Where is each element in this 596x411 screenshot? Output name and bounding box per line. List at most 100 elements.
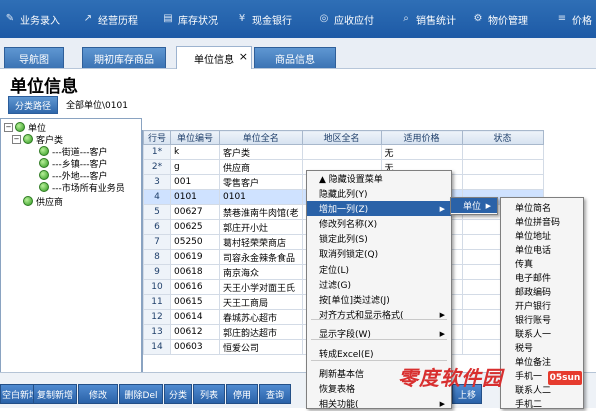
cell-name[interactable]: 司容永金辣条食品	[219, 249, 303, 265]
cell-name[interactable]: 供应商	[219, 159, 303, 175]
cell-code[interactable]: 00614	[170, 309, 220, 325]
tree-node-supplier[interactable]: 供应商	[23, 195, 63, 208]
cell-rn[interactable]: 4	[143, 189, 171, 205]
cell-name[interactable]: 0101	[219, 189, 303, 205]
category-path-button[interactable]: 分类路径	[8, 96, 58, 114]
cell-name[interactable]: 郭庄开小灶	[219, 219, 303, 235]
context-menu-item[interactable]: 过滤(G)	[307, 277, 451, 292]
submenu-field-item[interactable]: 联系人一	[501, 326, 583, 340]
cell-code[interactable]: 00618	[170, 264, 220, 280]
cell-name[interactable]: 郭庄韵达超市	[219, 324, 303, 340]
col-header-status[interactable]: 状态	[461, 130, 544, 145]
cell-code[interactable]: 05250	[170, 234, 220, 250]
cell-rn[interactable]: 10	[143, 279, 171, 295]
cell-name[interactable]: 恒爱公司	[219, 339, 303, 355]
submenu-field-item[interactable]: 单位备注	[501, 354, 583, 368]
copy-add-button[interactable]: 复制新增	[33, 384, 77, 404]
cell-name[interactable]: 零售客户	[219, 174, 303, 190]
submenu-field-item[interactable]: 单位地址	[501, 228, 583, 242]
tree-node-unit[interactable]: − 单位	[4, 121, 46, 134]
context-menu-item[interactable]: 按[单位]类过滤(J)	[307, 292, 451, 307]
cell-code[interactable]: 0101	[170, 189, 220, 205]
category-button[interactable]: 分类	[164, 384, 192, 404]
cell-code[interactable]: g	[170, 159, 220, 175]
context-menu-item[interactable]: 增加一列(Z) ▶	[307, 201, 451, 216]
col-header-price[interactable]: 适用价格	[380, 130, 463, 145]
context-menu-item[interactable]: 取消列锁定(Q)	[307, 246, 451, 261]
col-header-region[interactable]: 地区全名	[301, 130, 382, 145]
cell-status[interactable]	[461, 144, 544, 160]
submenu-item-unit[interactable]: 单位 ▶	[451, 198, 497, 213]
cell-rn[interactable]: 6	[143, 219, 171, 235]
col-header-code[interactable]: 单位编号	[170, 130, 220, 145]
cell-name[interactable]: 春城苏心超市	[219, 309, 303, 325]
submenu-field-item[interactable]: 单位电话	[501, 242, 583, 256]
cell-rn[interactable]: 8	[143, 249, 171, 265]
cell-name[interactable]: 天王小学对面王氏	[219, 279, 303, 295]
nav-item-cash-bank[interactable]: ¥ 现金银行	[236, 0, 292, 38]
nav-item-price-mgmt[interactable]: ⚙ 物价管理	[472, 0, 528, 38]
nav-item-history[interactable]: ↗ 经营历程	[82, 0, 138, 38]
submenu-field-item[interactable]: 税号	[501, 340, 583, 354]
context-menu-item[interactable]: 锁定此列(S)	[307, 231, 451, 246]
query-button[interactable]: 查询	[259, 384, 291, 404]
cell-code[interactable]: 001	[170, 174, 220, 190]
tree-node-customer[interactable]: − 客户类	[12, 133, 63, 146]
cell-name[interactable]: 禁巷淮南牛肉馆(老	[219, 204, 303, 220]
nav-item-inventory[interactable]: ▤ 库存状况	[162, 0, 218, 38]
collapse-icon[interactable]: −	[12, 134, 21, 144]
cell-code[interactable]: k	[170, 144, 220, 160]
context-menu-item[interactable]: 定位(L)	[307, 262, 451, 277]
submenu-field-item[interactable]: 邮政编码	[501, 284, 583, 298]
tab-navigation-map[interactable]: 导航图	[4, 47, 64, 68]
cell-status[interactable]	[461, 159, 544, 175]
col-header-full-name[interactable]: 单位全名	[219, 130, 303, 145]
cell-status[interactable]	[461, 174, 544, 190]
context-menu-item[interactable]: 隐藏此列(Y)	[307, 186, 451, 201]
context-menu-item[interactable]: ▲ 隐藏设置菜单	[307, 171, 451, 186]
tab-unit-info[interactable]: 单位信息 ×	[176, 46, 252, 69]
cell-rn[interactable]: 1*	[143, 144, 171, 160]
tree-node-street[interactable]: ---街道---客户	[39, 145, 108, 158]
nav-item-entry[interactable]: ✎ 业务录入	[4, 0, 60, 38]
tab-product-info[interactable]: 商品信息	[254, 47, 336, 68]
submenu-field-item[interactable]: 电子邮件	[501, 270, 583, 284]
cell-code[interactable]: 00619	[170, 249, 220, 265]
submenu-field-item[interactable]: 手机二	[501, 396, 583, 410]
cell-code[interactable]: 00615	[170, 294, 220, 310]
cell-code[interactable]: 00603	[170, 339, 220, 355]
submenu-field-item[interactable]: 开户银行	[501, 298, 583, 312]
nav-item-sales-stats[interactable]: ⌕ 销售统计	[400, 0, 456, 38]
list-button[interactable]: 列表	[193, 384, 225, 404]
cell-rn[interactable]: 3	[143, 174, 171, 190]
submenu-field-item[interactable]: 传真	[501, 256, 583, 270]
cell-rn[interactable]: 11	[143, 294, 171, 310]
edit-button[interactable]: 修改	[78, 384, 118, 404]
cell-rn[interactable]: 7	[143, 234, 171, 250]
delete-button[interactable]: 删除Del	[119, 384, 163, 404]
cell-code[interactable]: 00625	[170, 219, 220, 235]
cell-rn[interactable]: 5	[143, 204, 171, 220]
tree-node-town[interactable]: ---乡镇---客户	[39, 157, 108, 170]
table-row[interactable]: 1* k 客户类 无	[143, 144, 544, 160]
cell-code[interactable]: 00612	[170, 324, 220, 340]
cell-rn[interactable]: 9	[143, 264, 171, 280]
submenu-field-item[interactable]: 单位简名	[501, 200, 583, 214]
tree-node-outside[interactable]: ---外地---客户	[39, 169, 108, 182]
submenu-field-item[interactable]: 单位拼音码	[501, 214, 583, 228]
close-icon[interactable]: ×	[239, 50, 248, 63]
cell-name[interactable]: 客户类	[219, 144, 303, 160]
cell-rn[interactable]: 12	[143, 309, 171, 325]
collapse-icon[interactable]: −	[4, 122, 13, 132]
cell-code[interactable]: 00616	[170, 279, 220, 295]
context-menu-item[interactable]: 转成Excel(E)	[307, 346, 451, 361]
cell-rn[interactable]: 2*	[143, 159, 171, 175]
col-header-row-number[interactable]: 行号	[143, 130, 171, 145]
cell-name[interactable]: 南京海众	[219, 264, 303, 280]
cell-rn[interactable]: 14	[143, 339, 171, 355]
tree-node-market[interactable]: ---市场所有业务员	[39, 181, 125, 194]
nav-item-price[interactable]: ≡ 价格	[556, 0, 592, 38]
nav-item-receivable-payable[interactable]: ◎ 应收应付	[318, 0, 374, 38]
submenu-field-item[interactable]: 银行账号	[501, 312, 583, 326]
cell-rn[interactable]: 13	[143, 324, 171, 340]
